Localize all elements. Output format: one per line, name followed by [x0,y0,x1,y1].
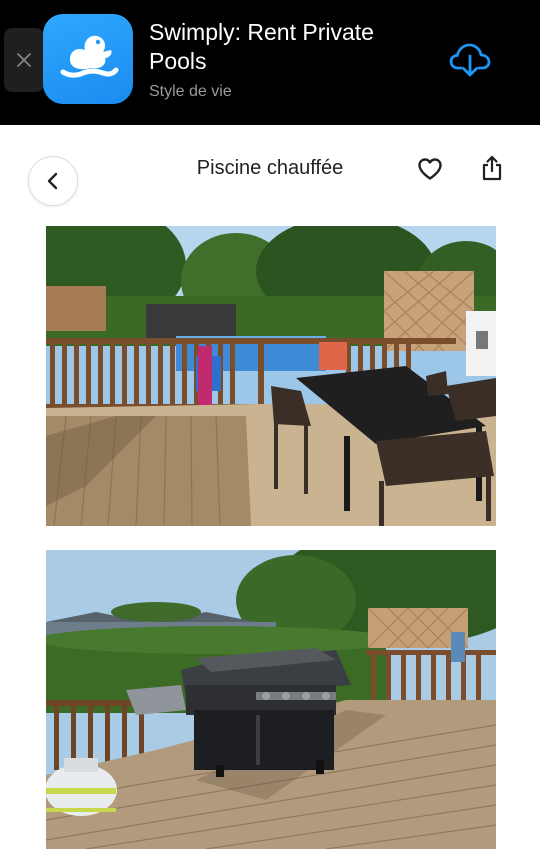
deck-barbecue-photo [46,550,496,849]
pool-deck-dining-photo [46,226,496,526]
app-category: Style de vie [149,83,232,100]
listing-photo-pool-deck[interactable] [46,226,496,526]
share-icon [482,155,502,181]
listing-photo-barbecue[interactable] [46,550,496,849]
banner-close-button[interactable] [4,28,44,92]
close-icon [17,53,31,67]
app-icon[interactable] [43,14,133,104]
cloud-download-icon [449,43,491,77]
page-title: Piscine chauffée [196,157,344,179]
share-button[interactable] [478,154,506,182]
download-button[interactable] [448,38,492,82]
heart-icon [418,158,442,180]
favorite-button[interactable] [416,155,444,183]
app-install-banner: Swimply: Rent Private Pools Style de vie [0,0,540,125]
duck-logo-icon [60,35,119,78]
listing-header: Piscine chauffée [0,125,540,220]
app-name[interactable]: Swimply: Rent Private Pools [149,18,409,76]
